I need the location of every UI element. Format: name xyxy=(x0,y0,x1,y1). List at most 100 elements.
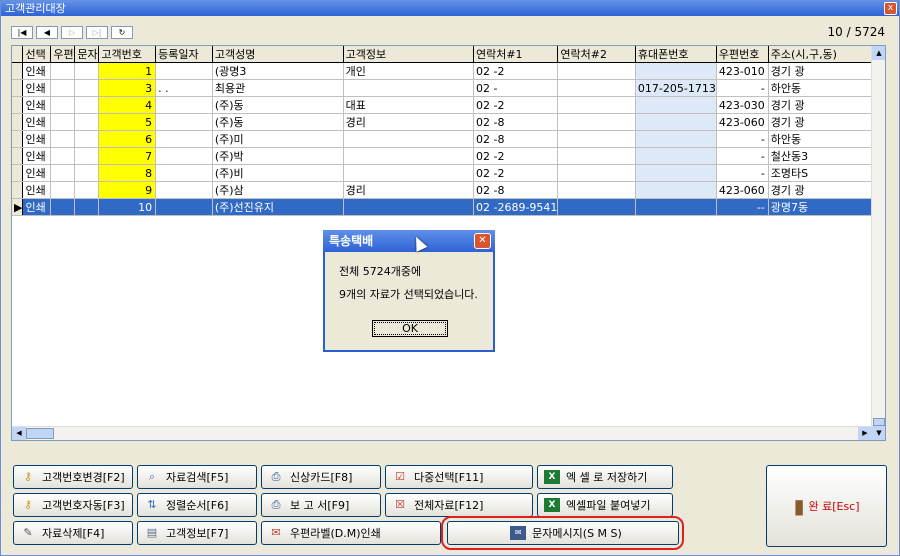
table-cell[interactable]: 02 -2 xyxy=(473,147,559,165)
search-data-button[interactable]: ⌕ 자료검색[F5] xyxy=(137,465,257,489)
table-cell[interactable] xyxy=(155,147,213,165)
table-cell[interactable] xyxy=(343,164,474,182)
table-cell[interactable] xyxy=(557,79,636,97)
row-indicator[interactable]: ▶ xyxy=(12,198,24,216)
scroll-up-icon[interactable]: ▲ xyxy=(872,46,885,60)
save-to-excel-button[interactable]: X 엑 셀 로 저장하기 xyxy=(537,465,673,489)
last-record-button[interactable]: ▷| xyxy=(86,26,108,39)
table-cell[interactable]: 경기 광 xyxy=(768,96,885,114)
row-indicator[interactable] xyxy=(12,147,24,165)
table-cell[interactable]: 02 -2 xyxy=(473,164,559,182)
table-cell[interactable] xyxy=(557,147,636,165)
table-cell[interactable]: 3 xyxy=(98,79,157,97)
column-header[interactable]: 고객성명 xyxy=(212,46,344,63)
table-cell[interactable]: 하안동 xyxy=(768,79,885,97)
table-cell[interactable]: 경기 광 xyxy=(768,181,885,199)
table-row[interactable]: 인쇄 5 (주)동 경리 02 -8 423-060 경기 광 xyxy=(12,113,885,131)
table-cell[interactable] xyxy=(155,164,213,182)
table-cell[interactable] xyxy=(557,96,636,114)
table-cell[interactable]: 인쇄 xyxy=(22,181,52,199)
table-cell[interactable]: (주)동 xyxy=(212,96,344,114)
table-cell[interactable]: 02 -2689-9541 xyxy=(473,198,559,216)
table-cell[interactable] xyxy=(557,62,636,80)
first-record-button[interactable]: |◀ xyxy=(11,26,33,39)
paste-excel-button[interactable]: X 엑셀파일 붙여넣기 xyxy=(537,493,673,517)
all-data-button[interactable]: ☒ 전체자료[F12] xyxy=(385,493,533,517)
table-cell[interactable]: (주)비 xyxy=(212,164,344,182)
column-header[interactable]: 문자 xyxy=(74,46,100,63)
auto-customer-number-button[interactable]: ⚷ 고객번호자동[F3] xyxy=(13,493,133,517)
table-cell[interactable]: 인쇄 xyxy=(22,130,52,148)
table-cell[interactable]: 423-030 xyxy=(716,96,769,114)
table-row[interactable]: 인쇄 4 (주)동 대표 02 -2 423-030 경기 광 xyxy=(12,96,885,114)
table-row[interactable]: 인쇄 1 (광명3 개인 02 -2 423-010 경기 광 xyxy=(12,62,885,80)
table-cell[interactable] xyxy=(155,96,213,114)
table-cell[interactable]: 조명타S xyxy=(768,164,885,182)
table-cell[interactable] xyxy=(635,130,717,148)
table-cell[interactable] xyxy=(74,147,100,165)
table-cell[interactable]: 02 -2 xyxy=(473,62,559,80)
column-header[interactable]: 연락처#1 xyxy=(473,46,559,63)
table-cell[interactable]: 광명7동 xyxy=(768,198,885,216)
column-header[interactable]: 등록일자 xyxy=(155,46,213,63)
column-header[interactable]: 주소(시,구,동) xyxy=(768,46,885,63)
report-button[interactable]: ⎙ 보 고 서[F9] xyxy=(261,493,381,517)
table-cell[interactable] xyxy=(50,147,76,165)
dialog-ok-button[interactable]: OK xyxy=(372,320,448,337)
table-cell[interactable]: 017-205-1713 xyxy=(635,79,717,97)
delete-data-button[interactable]: ✎ 자료삭제[F4] xyxy=(13,521,133,545)
profile-card-button[interactable]: ⎙ 신상카드[F8] xyxy=(261,465,381,489)
next-record-button[interactable]: ▷ xyxy=(61,26,83,39)
table-cell[interactable]: - xyxy=(716,147,769,165)
table-cell[interactable]: 하안동 xyxy=(768,130,885,148)
table-cell[interactable] xyxy=(50,113,76,131)
table-cell[interactable]: 철산동3 xyxy=(768,147,885,165)
table-cell[interactable] xyxy=(635,198,717,216)
table-cell[interactable]: 02 -2 xyxy=(473,96,559,114)
table-cell[interactable] xyxy=(635,147,717,165)
table-cell[interactable]: . . xyxy=(155,79,213,97)
row-indicator[interactable] xyxy=(12,164,24,182)
table-cell[interactable]: 02 -8 xyxy=(473,113,559,131)
column-header[interactable]: 선택 xyxy=(22,46,52,63)
table-cell[interactable] xyxy=(74,198,100,216)
table-cell[interactable]: 경리 xyxy=(343,181,474,199)
table-cell[interactable]: 9 xyxy=(98,181,157,199)
row-indicator[interactable] xyxy=(12,79,24,97)
row-indicator[interactable] xyxy=(12,62,24,80)
window-close-button[interactable]: x xyxy=(884,2,897,15)
row-indicator[interactable] xyxy=(12,181,24,199)
table-cell[interactable]: 02 -8 xyxy=(473,130,559,148)
scroll-down-icon[interactable]: ▼ xyxy=(872,426,885,440)
table-cell[interactable]: 경기 광 xyxy=(768,62,885,80)
vertical-scroll-thumb[interactable] xyxy=(873,418,885,426)
table-cell[interactable]: - xyxy=(716,164,769,182)
table-cell[interactable] xyxy=(50,130,76,148)
column-header[interactable]: 휴대폰번호 xyxy=(635,46,717,63)
table-cell[interactable] xyxy=(155,62,213,80)
column-header[interactable]: 고객정보 xyxy=(343,46,474,63)
table-cell[interactable] xyxy=(155,181,213,199)
table-cell[interactable]: (주)선진유지 xyxy=(212,198,344,216)
table-cell[interactable]: 인쇄 xyxy=(22,198,52,216)
table-cell[interactable]: 10 xyxy=(98,198,157,216)
table-cell[interactable] xyxy=(74,96,100,114)
column-header[interactable]: 우편번호 xyxy=(716,46,769,63)
table-cell[interactable] xyxy=(74,62,100,80)
table-cell[interactable]: 423-060 xyxy=(716,113,769,131)
table-cell[interactable] xyxy=(557,113,636,131)
scroll-right-icon[interactable]: ▶ xyxy=(858,427,872,440)
row-indicator[interactable] xyxy=(12,96,24,114)
table-cell[interactable]: 1 xyxy=(98,62,157,80)
table-cell[interactable] xyxy=(155,198,213,216)
table-row[interactable]: 인쇄 9 (주)삼 경리 02 -8 423-060 경기 광 xyxy=(12,181,885,199)
print-mailing-label-button[interactable]: ✉ 우편라벨(D.M)인쇄 xyxy=(261,521,441,545)
scroll-left-icon[interactable]: ◀ xyxy=(12,427,26,440)
table-cell[interactable]: 인쇄 xyxy=(22,62,52,80)
table-row[interactable]: 인쇄 7 (주)박 02 -2 - 철산동3 xyxy=(12,147,885,165)
table-cell[interactable] xyxy=(343,130,474,148)
row-indicator[interactable] xyxy=(12,130,24,148)
table-cell[interactable]: 인쇄 xyxy=(22,147,52,165)
column-header[interactable]: 연락처#2 xyxy=(557,46,636,63)
table-cell[interactable]: 인쇄 xyxy=(22,113,52,131)
